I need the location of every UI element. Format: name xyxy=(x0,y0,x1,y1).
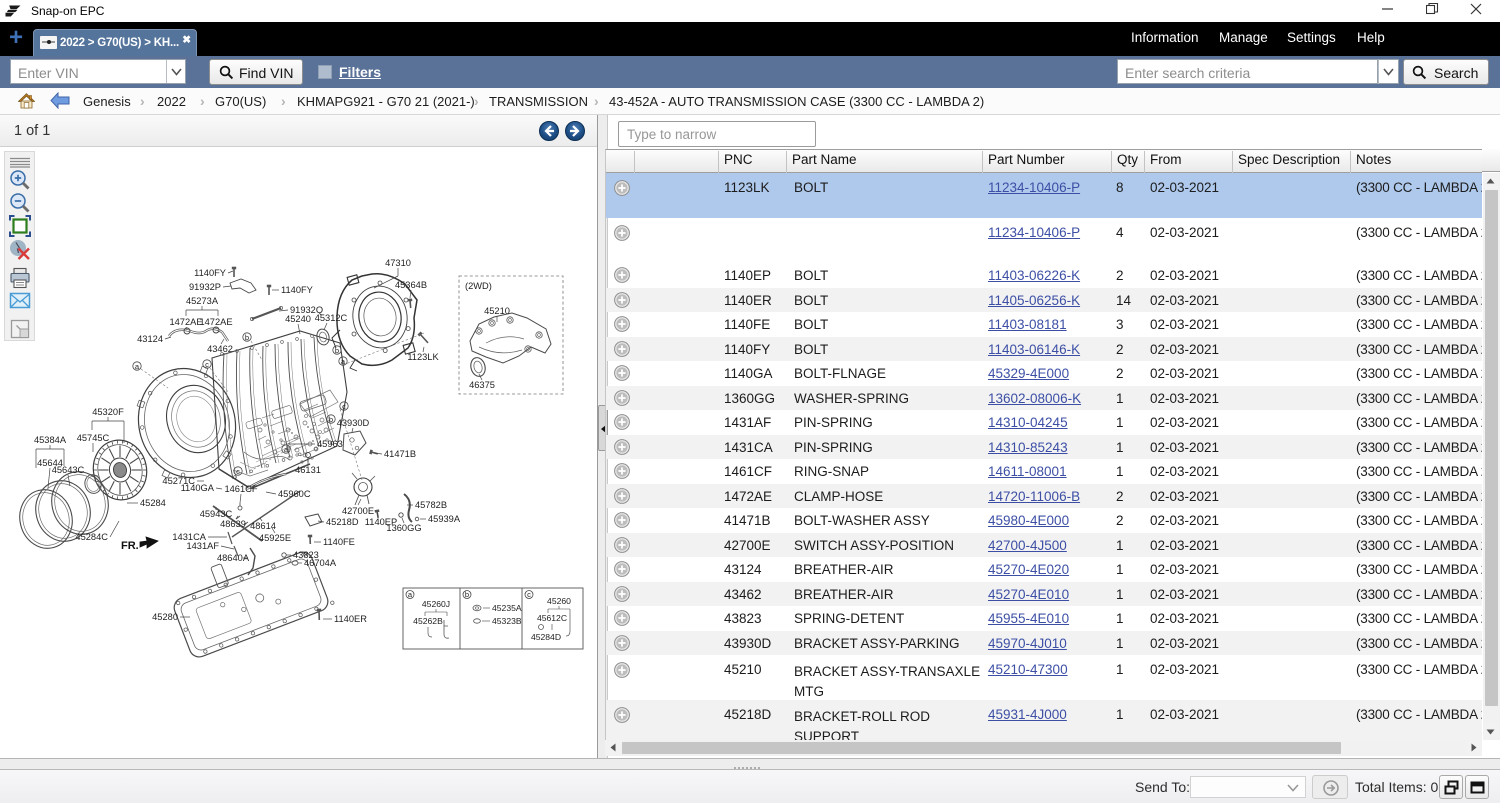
svg-text:45925E: 45925E xyxy=(259,533,291,543)
svg-text:c: c xyxy=(342,402,346,411)
svg-text:1140GA: 1140GA xyxy=(181,483,215,493)
svg-text:41471B: 41471B xyxy=(384,449,416,459)
svg-text:47310: 47310 xyxy=(385,258,411,268)
svg-text:1140FE: 1140FE xyxy=(323,537,355,547)
svg-text:45364B: 45364B xyxy=(395,280,427,290)
svg-text:45960C: 45960C xyxy=(278,489,311,499)
svg-text:(2WD): (2WD) xyxy=(465,281,492,291)
svg-text:45284: 45284 xyxy=(140,498,166,508)
svg-text:FR.: FR. xyxy=(121,540,139,552)
svg-text:45284C: 45284C xyxy=(75,532,108,542)
svg-text:45284D: 45284D xyxy=(531,632,561,642)
svg-text:45782B: 45782B xyxy=(415,500,447,510)
svg-text:45963: 45963 xyxy=(317,439,343,449)
svg-text:1472AE: 1472AE xyxy=(199,317,232,327)
svg-text:b: b xyxy=(245,333,249,342)
svg-text:46704A: 46704A xyxy=(304,558,337,568)
svg-text:45612C: 45612C xyxy=(537,613,567,623)
svg-text:43930D: 43930D xyxy=(337,418,370,428)
svg-text:45235A: 45235A xyxy=(492,603,522,613)
svg-text:45210: 45210 xyxy=(484,306,510,316)
svg-text:c: c xyxy=(205,360,209,369)
svg-text:45323B: 45323B xyxy=(492,616,522,626)
svg-text:42700E: 42700E xyxy=(342,506,374,516)
svg-text:45240: 45240 xyxy=(285,314,311,324)
svg-text:46375: 46375 xyxy=(469,380,495,390)
svg-text:45218D: 45218D xyxy=(326,517,359,527)
svg-text:48614: 48614 xyxy=(250,521,276,531)
svg-text:91932P: 91932P xyxy=(189,282,221,292)
svg-text:1140ER: 1140ER xyxy=(334,614,367,624)
svg-text:46131: 46131 xyxy=(295,465,321,475)
svg-text:45273A: 45273A xyxy=(186,296,219,306)
svg-text:45643C: 45643C xyxy=(52,465,85,475)
svg-text:b: b xyxy=(335,346,339,355)
svg-text:45262B: 45262B xyxy=(413,616,443,626)
svg-text:45260: 45260 xyxy=(547,596,571,606)
svg-text:45312C: 45312C xyxy=(315,313,348,323)
svg-text:45939A: 45939A xyxy=(428,514,461,524)
svg-text:1140FY: 1140FY xyxy=(281,285,313,295)
svg-text:1123LK: 1123LK xyxy=(407,352,439,362)
svg-text:45384A: 45384A xyxy=(34,435,67,445)
svg-text:43124: 43124 xyxy=(137,334,163,344)
svg-text:1360GG: 1360GG xyxy=(386,523,421,533)
svg-text:1140FY: 1140FY xyxy=(194,268,226,278)
svg-text:c: c xyxy=(527,590,531,599)
svg-text:48639: 48639 xyxy=(220,519,246,529)
svg-text:1431AF: 1431AF xyxy=(186,541,219,551)
svg-text:45745C: 45745C xyxy=(77,433,110,443)
svg-text:b: b xyxy=(465,590,469,599)
svg-text:b: b xyxy=(329,415,333,424)
svg-text:1472AE: 1472AE xyxy=(169,317,202,327)
svg-text:45280: 45280 xyxy=(152,612,178,622)
svg-text:45260J: 45260J xyxy=(422,599,450,609)
svg-text:1461CF: 1461CF xyxy=(224,484,257,494)
svg-text:45320F: 45320F xyxy=(92,407,124,417)
svg-text:43462: 43462 xyxy=(207,344,233,354)
svg-text:c: c xyxy=(236,467,240,476)
svg-text:45943C: 45943C xyxy=(200,509,233,519)
